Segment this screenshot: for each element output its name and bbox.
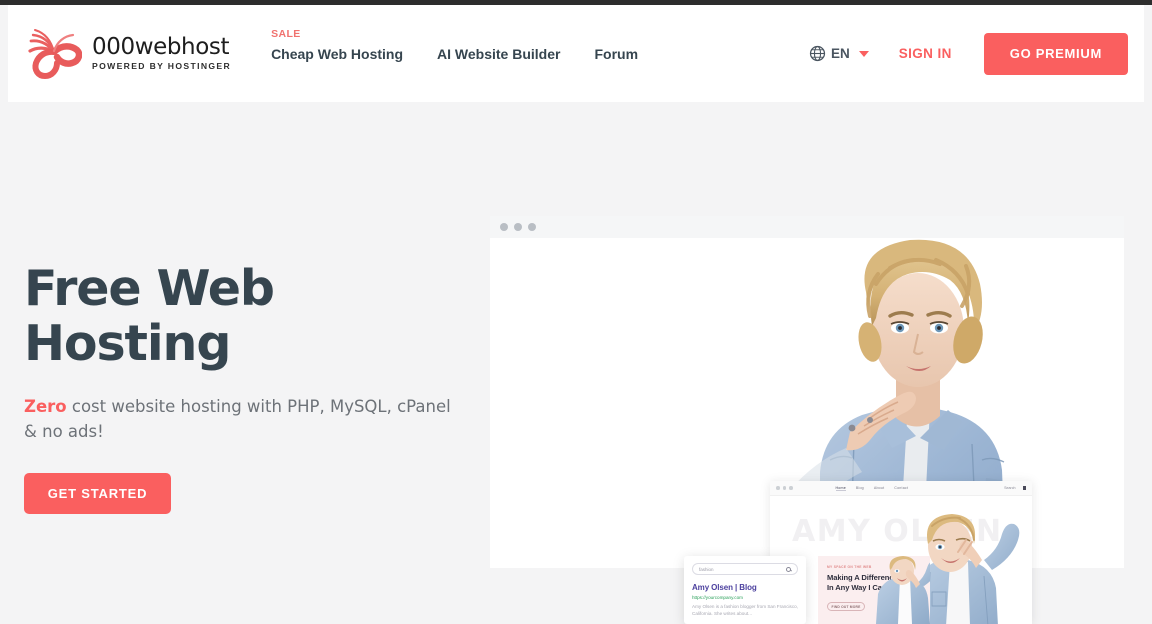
nav-item-forum[interactable]: Forum [594,46,672,62]
get-started-button[interactable]: GET STARTED [24,472,171,514]
logo-subtitle: POWERED BY HOSTINGER [92,61,232,72]
inner-nav-item-home[interactable]: Home [835,486,846,491]
nav-item-cheap-web-hosting[interactable]: SALE Cheap Web Hosting [271,28,437,62]
globe-icon [809,45,826,62]
search-input[interactable]: fashion [692,563,798,575]
inner-nav-item-about[interactable]: About [874,486,884,490]
window-dot-icon [789,486,793,490]
promo-card: MY SPACE ON THE WEB Making A Difference … [818,556,930,624]
nav-item-ai-website-builder[interactable]: AI Website Builder [437,46,594,62]
window-dot-icon [514,223,522,231]
window-dot-icon [776,486,780,490]
inner-nav-item-blog[interactable]: Blog [856,486,864,490]
language-selector[interactable]: EN [809,45,869,62]
nav-label: Forum [594,45,639,62]
sign-in-link[interactable]: SIGN IN [899,46,952,61]
hero-subtitle-rest: cost website hosting with PHP, MySQL, cP… [24,396,451,442]
go-premium-button[interactable]: GO PREMIUM [983,32,1128,75]
inner-site-actions: Search [1004,485,1026,491]
header-actions: EN SIGN IN GO PREMIUM [809,32,1128,75]
window-dot-icon [782,486,786,490]
promo-portrait-photo [876,556,930,624]
search-result-card: fashion Amy Olsen | Blog https://yourcom… [684,556,806,624]
logo-text: 000webhost POWERED BY HOSTINGER [92,36,231,71]
window-dot-icon [500,223,508,231]
logo[interactable]: 000webhost POWERED BY HOSTINGER [24,26,231,81]
search-result-title[interactable]: Amy Olsen | Blog [692,583,798,592]
nav-label: Cheap Web Hosting [271,45,404,62]
site-header: 000webhost POWERED BY HOSTINGER SALE Che… [8,5,1144,102]
search-query-text: fashion [699,566,714,572]
promo-find-out-more-button[interactable]: FIND OUT MORE [827,602,865,611]
inner-site-nav: Home Blog About Contact [835,486,909,491]
sale-badge: SALE [271,27,301,40]
page-root: 000webhost POWERED BY HOSTINGER SALE Che… [0,0,1152,624]
logo-title: 000webhost [92,34,230,61]
main-nav: SALE Cheap Web Hosting AI Website Builde… [271,28,672,62]
promo-eyebrow-label: MY SPACE ON THE WEB [827,565,872,569]
hero-subtitle-highlight: Zero [24,396,67,416]
inner-mockup-titlebar: Home Blog About Contact Search [770,481,1032,496]
chevron-down-icon [858,50,869,57]
language-label: EN [830,46,850,61]
search-icon[interactable] [786,566,791,572]
inner-nav-item-contact[interactable]: Contact [894,486,908,490]
window-dot-icon [528,223,536,231]
pinwheel-swirl-logo-icon [28,29,82,80]
inner-search-label[interactable]: Search [1004,486,1015,490]
page-title: Free Web Hosting [24,260,275,372]
hero-subtitle: Zero cost website hosting with PHP, MySQ… [24,394,454,445]
shopping-bag-icon[interactable] [1022,485,1026,491]
search-result-snippet: Amy Olsen is a fashion blogger from San … [692,604,798,617]
search-result-url[interactable]: https://yourcompany.com [692,595,798,600]
hero-content: Free Web Hosting Zero cost website hosti… [24,260,454,514]
nav-label: AI Website Builder [437,45,561,62]
